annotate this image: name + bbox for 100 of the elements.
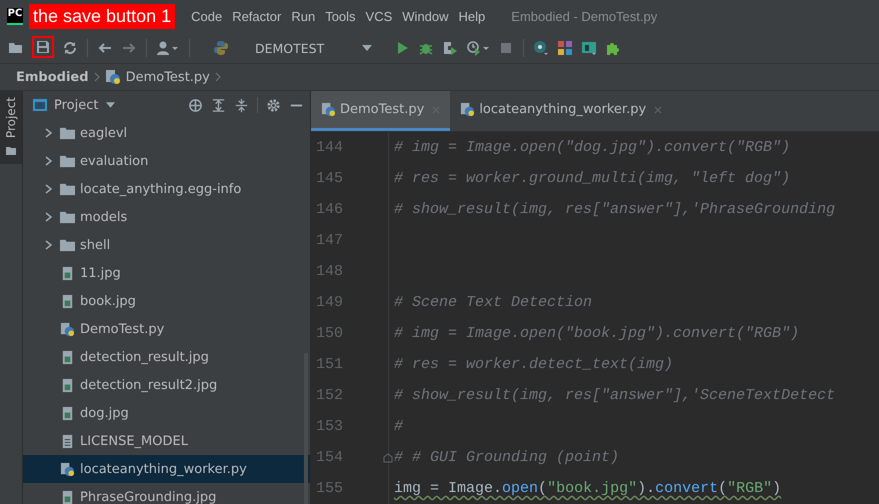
- profiler-icon[interactable]: [466, 40, 490, 56]
- editor-tab[interactable]: DemoTest.py: [311, 91, 450, 131]
- caret-icon[interactable]: [362, 45, 372, 51]
- settings-icon[interactable]: [266, 98, 281, 112]
- code-comment: # # GUI Grounding (point): [394, 449, 620, 466]
- python-file-icon: [460, 102, 476, 117]
- project-side-tab[interactable]: Project: [0, 91, 22, 164]
- window-icon: [32, 97, 48, 113]
- image-file-icon: [60, 490, 75, 504]
- tree-item[interactable]: shell: [23, 231, 310, 259]
- file-name: detection_result2.jpg: [80, 378, 218, 392]
- image-file-icon: [60, 294, 75, 308]
- tree-item[interactable]: eaglevl: [23, 119, 310, 147]
- tree-item[interactable]: PhraseGrounding.jpg: [23, 483, 310, 504]
- caret-icon[interactable]: [106, 102, 116, 108]
- line-number: 155: [315, 480, 344, 497]
- code-comment: # show_result(img, res["answer"],'SceneTextDetect: [394, 387, 836, 404]
- tree-item[interactable]: detection_result2.jpg: [23, 371, 310, 399]
- image-file-icon: [60, 266, 75, 280]
- menu-item[interactable]: Help: [458, 9, 486, 24]
- window-title: Embodied - DemoTest.py: [511, 9, 658, 24]
- line-number: 152: [315, 387, 344, 404]
- code-comment: # img = Image.open("dog.jpg").convert("RGB"): [394, 139, 790, 156]
- line-number: 150: [315, 325, 344, 342]
- image-file-icon: [60, 378, 75, 392]
- line-number: 146: [315, 201, 344, 218]
- app-logo: PC: [7, 8, 23, 25]
- run-configuration-dropdown[interactable]: DEMOTEST: [237, 40, 386, 56]
- editor-tab[interactable]: locateanything_worker.py: [450, 91, 672, 131]
- tree-item[interactable]: dog.jpg: [23, 399, 310, 427]
- locate-icon[interactable]: [188, 98, 203, 112]
- tree-item[interactable]: detection_result.jpg: [23, 343, 310, 371]
- file-name: models: [80, 210, 128, 224]
- file-name: eaglevl: [80, 126, 128, 140]
- menu-item[interactable]: Refactor: [232, 9, 282, 24]
- tree-item[interactable]: models: [23, 203, 310, 231]
- blocks-icon[interactable]: [557, 40, 574, 56]
- expand-all-icon[interactable]: [211, 98, 226, 112]
- tree-item[interactable]: locate_anything.egg-info: [23, 175, 310, 203]
- tab-label: locateanything_worker.py: [479, 102, 646, 117]
- code-comment: # res = worker.ground_multi(img, "left dog"): [394, 170, 790, 187]
- tree-item[interactable]: book.jpg: [23, 287, 310, 315]
- file-name: locate_anything.egg-info: [80, 182, 242, 196]
- folder-icon: [60, 238, 75, 252]
- breadcrumb-item[interactable]: Embodied: [16, 70, 89, 84]
- chevron-icon: [214, 72, 221, 82]
- tree-item[interactable]: evaluation: [23, 147, 310, 175]
- layout-icon[interactable]: [581, 40, 598, 56]
- line-number: 144: [315, 139, 344, 156]
- python-file-icon: [60, 322, 75, 336]
- line-number: 149: [315, 294, 344, 311]
- fold-icon[interactable]: [383, 452, 393, 462]
- breadcrumb-item[interactable]: DemoTest.py: [126, 70, 210, 84]
- line-number: 153: [315, 418, 344, 435]
- folder-icon: [6, 146, 16, 156]
- menu-item[interactable]: Run: [291, 9, 316, 24]
- python-file-icon: [321, 102, 336, 117]
- file-name: locateanything_worker.py: [80, 462, 247, 476]
- python-file-icon: [60, 462, 75, 476]
- annotation-label: the save button 1: [29, 4, 176, 29]
- image-file-icon: [60, 350, 75, 364]
- chevron-icon: [94, 72, 100, 82]
- code-comment: # show_result(img, res["answer"],'PhraseGrounding: [394, 201, 836, 218]
- menu-item[interactable]: Window: [402, 9, 449, 24]
- puzzle-icon[interactable]: [605, 40, 622, 56]
- code-comment: # Scene Text Detection: [394, 294, 592, 311]
- refresh-icon[interactable]: [62, 40, 78, 56]
- code-comment: # img = Image.open("book.jpg").convert("RGB"): [394, 325, 800, 342]
- line-number: 154: [315, 449, 344, 466]
- tree-item[interactable]: LICENSE_MODEL: [23, 427, 310, 455]
- image-file-icon: [60, 406, 75, 420]
- folder-icon: [60, 126, 75, 140]
- tree-item[interactable]: 11.jpg: [23, 259, 310, 287]
- tree-item[interactable]: locateanything_worker.py: [23, 455, 310, 483]
- file-name: evaluation: [80, 154, 148, 168]
- folder-icon: [60, 154, 75, 168]
- collapse-all-icon[interactable]: [234, 98, 249, 112]
- target-icon[interactable]: [533, 40, 550, 56]
- line-number: 147: [315, 232, 344, 249]
- folder-icon: [60, 182, 75, 196]
- menu-item[interactable]: VCS: [366, 9, 392, 24]
- menu-item[interactable]: Code: [191, 9, 222, 24]
- file-name: dog.jpg: [80, 406, 129, 420]
- text-file-icon: [60, 434, 75, 448]
- file-name: shell: [80, 238, 110, 252]
- file-name: PhraseGrounding.jpg: [80, 490, 216, 504]
- line-number: 148: [315, 263, 344, 280]
- tree-item[interactable]: DemoTest.py: [23, 315, 310, 343]
- folder-icon[interactable]: [8, 40, 24, 56]
- panel-title[interactable]: Project: [54, 98, 98, 112]
- python-file-icon: [104, 69, 121, 85]
- file-name: LICENSE_MODEL: [80, 434, 188, 448]
- user-icon[interactable]: [156, 40, 180, 56]
- line-number: 151: [315, 356, 344, 373]
- file-name: DemoTest.py: [80, 322, 164, 336]
- menu-item[interactable]: Tools: [325, 9, 356, 24]
- code-comment: # res = worker.detect_text(img): [394, 356, 674, 373]
- file-name: book.jpg: [80, 294, 136, 308]
- file-name: 11.jpg: [80, 266, 121, 280]
- coverage-icon[interactable]: [442, 40, 458, 56]
